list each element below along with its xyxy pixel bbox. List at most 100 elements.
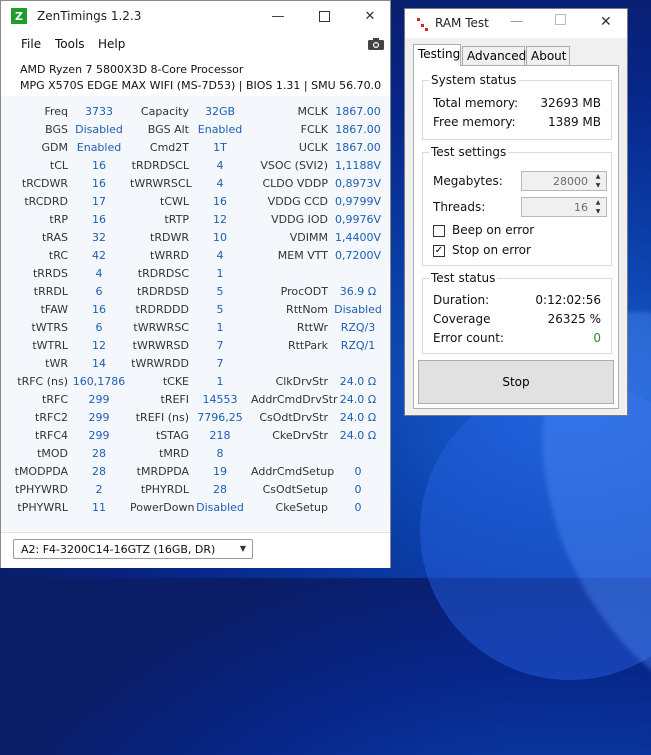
timing-label: tCL — [49, 159, 68, 172]
timing-value: 5 — [216, 285, 224, 298]
system-info: AMD Ryzen 7 5800X3D 8-Core Processor MPG… — [1, 57, 390, 95]
board-info: MPG X570S EDGE MAX WIFI (MS-7D53) | BIOS… — [20, 79, 382, 92]
timing-value: 0 — [354, 501, 362, 514]
rt-window-title: RAM Test — [435, 16, 489, 30]
timing-value: 16 — [92, 177, 106, 190]
timing-value: 19 — [213, 465, 227, 478]
chevron-up-icon[interactable]: ▲ — [591, 198, 605, 207]
beep-on-error-checkbox[interactable] — [433, 225, 445, 237]
timing-label: tRDRDDD — [135, 303, 189, 316]
menu-help[interactable]: Help — [98, 37, 125, 51]
timing-label: Capacity — [140, 105, 189, 118]
timing-value: 160,1786 — [72, 375, 126, 388]
duration-value: 0:12:02:56 — [535, 293, 601, 307]
timing-value: 11 — [92, 501, 106, 514]
minimize-button[interactable]: — — [510, 14, 523, 29]
camera-icon[interactable] — [367, 37, 385, 51]
stop-on-error-checkbox[interactable]: ✓ — [433, 245, 445, 257]
timing-label: tWRWRSC — [133, 321, 189, 334]
timing-label: tMRDPDA — [136, 465, 189, 478]
timing-value: 24.0 Ω — [339, 393, 377, 406]
total-memory-value: 32693 MB — [540, 96, 601, 110]
timing-value: 1867.00 — [335, 105, 381, 118]
timing-value: 7796,25 — [197, 411, 243, 424]
timing-label: Freq — [44, 105, 68, 118]
timing-label: tRAS — [41, 231, 68, 244]
dimm-select[interactable]: A2: F4-3200C14-16GTZ (16GB, DR) ▼ — [13, 539, 253, 559]
timing-label: CLDO VDDP — [262, 177, 328, 190]
timing-label: tPHYWRD — [15, 483, 68, 496]
timing-label: tRFC — [42, 393, 68, 406]
timing-value: 32 — [92, 231, 106, 244]
total-memory-label: Total memory: — [433, 96, 519, 110]
timing-label: tRTP — [164, 213, 189, 226]
test-status-group: Test status Duration: 0:12:02:56 Coverag… — [422, 271, 612, 354]
stop-on-error-label[interactable]: Stop on error — [452, 243, 531, 257]
timing-label: GDM — [41, 141, 69, 154]
timing-value: 28 — [92, 447, 106, 460]
megabytes-value: 28000 — [553, 175, 588, 188]
zentimings-app-icon: Z — [11, 8, 27, 24]
timing-value: 4 — [95, 267, 103, 280]
test-settings-title: Test settings — [429, 145, 509, 159]
menu-tools[interactable]: Tools — [55, 37, 85, 51]
test-settings-group: Test settings Megabytes: 28000 ▲ ▼ Threa… — [422, 145, 612, 266]
megabytes-label: Megabytes: — [433, 174, 503, 188]
tab-testing[interactable]: Testing — [413, 44, 461, 66]
timing-value: 28 — [213, 483, 227, 496]
timing-label: tWRWRSCL — [130, 177, 192, 190]
timing-label: RttNom — [286, 303, 328, 316]
timing-label: tRRDS — [32, 267, 68, 280]
beep-on-error-label[interactable]: Beep on error — [452, 223, 534, 237]
timing-label: tRFC (ns) — [17, 375, 68, 388]
timing-value: 1,4400V — [334, 231, 381, 244]
close-button[interactable]: ✕ — [347, 1, 393, 31]
timing-value: 24.0 Ω — [339, 375, 377, 388]
error-count-value: 0 — [593, 331, 601, 345]
timing-value: 0 — [354, 483, 362, 496]
chevron-up-icon[interactable]: ▲ — [591, 172, 605, 181]
maximize-button[interactable] — [301, 1, 347, 31]
tab-advanced[interactable]: Advanced — [462, 46, 526, 65]
timing-label: FCLK — [300, 123, 328, 136]
timings-grid: Freq 3733 Capacity 32GB MCLK 1867.00 BGS Disabl… — [1, 96, 390, 531]
timing-label: VDDG IOD — [271, 213, 328, 226]
timing-label: tWR — [45, 357, 68, 370]
stop-button[interactable]: Stop — [418, 360, 614, 404]
minimize-button[interactable]: — — [255, 1, 301, 31]
timing-label: tWTRL — [32, 339, 68, 352]
error-count-label: Error count: — [433, 331, 504, 345]
timing-label: RttWr — [296, 321, 328, 334]
timing-label: tRRDL — [33, 285, 68, 298]
zentimings-window: Z ZenTimings 1.2.3 — ✕ File Tools Help A… — [0, 0, 391, 568]
close-button[interactable]: ✕ — [600, 14, 612, 30]
coverage-value: 26325 % — [547, 312, 601, 326]
threads-stepper[interactable]: 16 ▲ ▼ — [521, 197, 607, 217]
timing-value: 299 — [88, 393, 110, 406]
timing-value: Disabled — [334, 303, 382, 316]
timing-label: tWRRD — [150, 249, 189, 262]
timing-label: UCLK — [298, 141, 328, 154]
timing-label: Cmd2T — [149, 141, 189, 154]
chevron-down-icon[interactable]: ▼ — [591, 207, 605, 216]
timing-label: BGS — [45, 123, 68, 136]
timing-label: tMODPDA — [14, 465, 68, 478]
timing-value: 299 — [88, 411, 110, 424]
maximize-icon — [555, 14, 566, 25]
tab-about[interactable]: About — [526, 46, 570, 65]
cpu-name: AMD Ryzen 7 5800X3D 8-Core Processor — [20, 63, 244, 76]
minimize-icon: — — [510, 14, 523, 29]
zt-titlebar[interactable]: Z ZenTimings 1.2.3 — ✕ — [1, 1, 390, 31]
chevron-down-icon[interactable]: ▼ — [591, 181, 605, 190]
megabytes-stepper[interactable]: 28000 ▲ ▼ — [521, 171, 607, 191]
rt-titlebar[interactable]: RAM Test — ✕ — [405, 9, 627, 38]
timing-label: CkeSetup — [275, 501, 328, 514]
timing-label: AddrCmdSetup — [251, 465, 335, 478]
timing-value: 14553 — [202, 393, 238, 406]
timing-value: RZQ/3 — [340, 321, 376, 334]
timing-value: 2 — [95, 483, 103, 496]
timing-value: 1 — [216, 375, 224, 388]
menu-file[interactable]: File — [21, 37, 41, 51]
timing-label: tPHYWRL — [17, 501, 68, 514]
timing-label: RttPark — [287, 339, 328, 352]
